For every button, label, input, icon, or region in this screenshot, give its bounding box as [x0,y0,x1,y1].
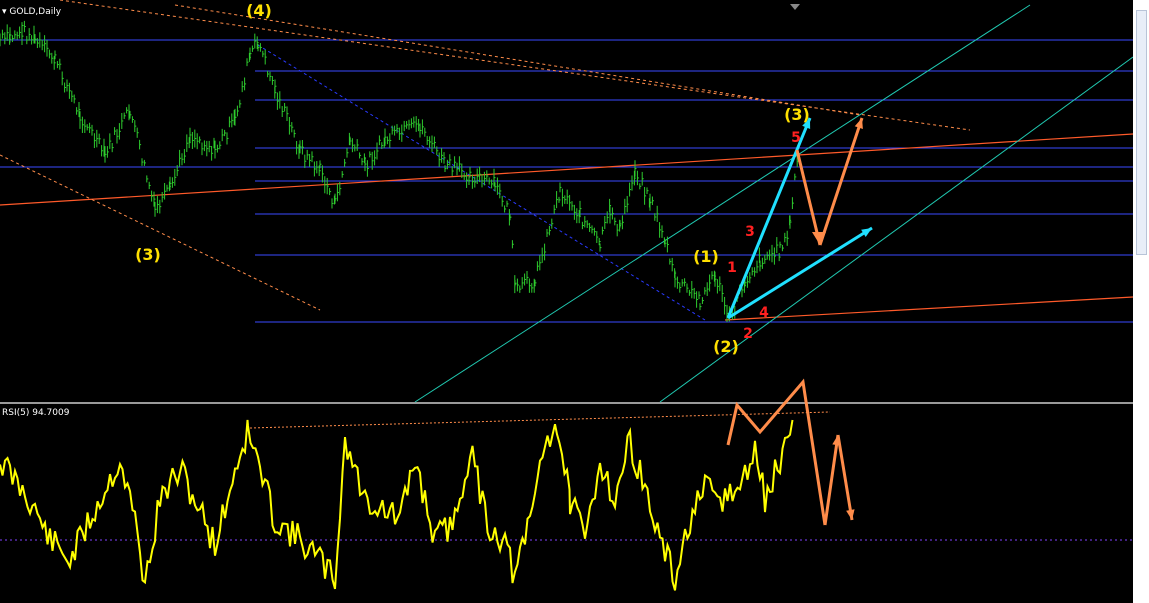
wave-label: (2) [713,337,739,356]
wave-label: (4) [246,1,272,20]
chart-canvas: (4) (3) (1) (2) (3) 1 2 3 4 5 [0,0,1133,603]
wave-label: 1 [727,260,737,276]
wave-label: 4 [759,305,769,321]
wave-label: 2 [743,326,753,342]
wave-label: 5 [791,130,801,146]
wave-label: 3 [745,224,755,240]
scroll-thumb[interactable] [1136,10,1147,255]
rsi-label: RSI(5) 94.7009 [2,408,70,418]
wave-label: (3) [135,245,161,264]
triangle-down-icon[interactable]: ▾ [2,7,7,17]
symbol-label: GOLD,Daily [9,7,62,17]
chart-header[interactable]: ▾ GOLD,Daily [2,7,61,17]
wave-label: (1) [693,247,719,266]
wave-label: (3) [784,105,810,124]
rsi-panel [0,405,1133,603]
price-panel [0,0,1133,402]
